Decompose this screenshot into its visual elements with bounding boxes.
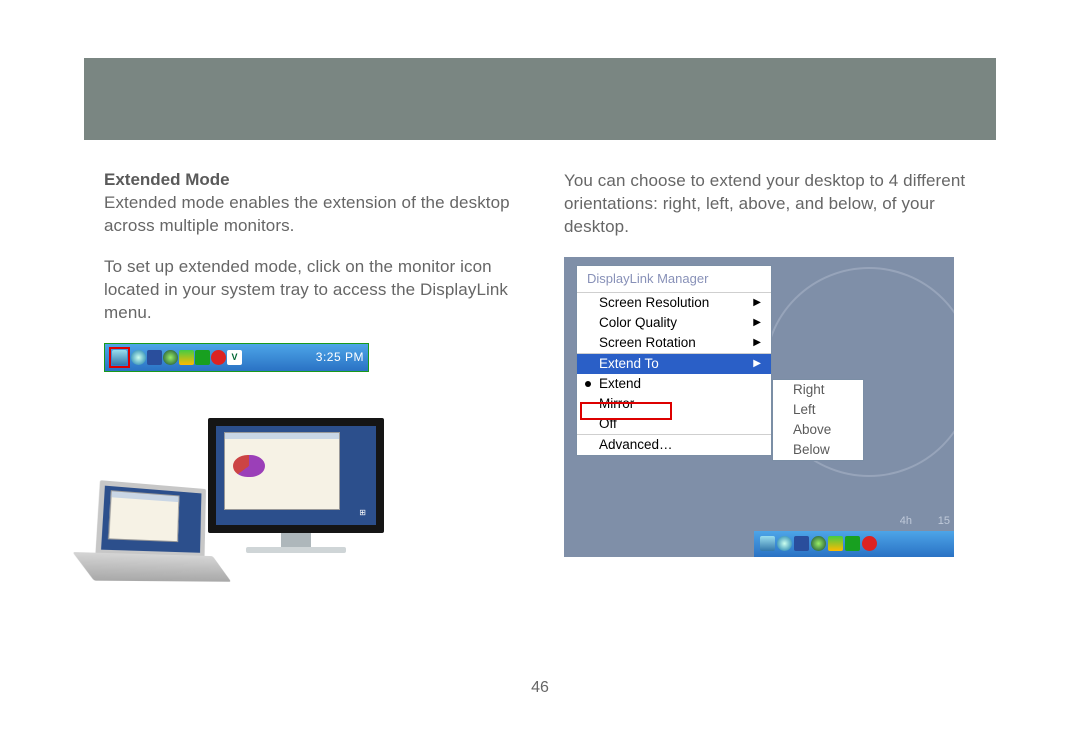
submenu-item-right[interactable]: Right bbox=[773, 380, 863, 400]
people-icon bbox=[195, 350, 210, 365]
monitor-icon bbox=[112, 350, 127, 365]
menu-item-screen-rotation[interactable]: Screen Rotation ▶ bbox=[577, 333, 771, 353]
menu-item-mirror[interactable]: Mirror bbox=[577, 394, 771, 414]
menu-item-label: Color Quality bbox=[599, 315, 677, 330]
content-area: Extended Mode Extended mode enables the … bbox=[104, 170, 976, 595]
menu-title: DisplayLink Manager bbox=[577, 266, 771, 292]
window-on-laptop bbox=[108, 490, 179, 542]
menu-item-screen-resolution[interactable]: Screen Resolution ▶ bbox=[577, 293, 771, 313]
menu-item-off[interactable]: Off bbox=[577, 414, 771, 434]
menu-item-extend[interactable]: Extend bbox=[577, 374, 771, 394]
laptop bbox=[96, 480, 242, 586]
displaylink-menu-figure: 4h 15 DisplayLink Manager Screen Resolut… bbox=[564, 257, 954, 557]
network-icon bbox=[147, 350, 162, 365]
submenu-item-left[interactable]: Left bbox=[773, 400, 863, 420]
menu-item-color-quality[interactable]: Color Quality ▶ bbox=[577, 313, 771, 333]
monitor-icon bbox=[760, 536, 775, 551]
tray-clock: 3:25 PM bbox=[316, 350, 364, 364]
shield-icon bbox=[828, 536, 843, 551]
shield-icon bbox=[179, 350, 194, 365]
globe-icon bbox=[131, 350, 146, 365]
clock-label: 15 bbox=[938, 515, 950, 527]
menu-item-label: Screen Resolution bbox=[599, 295, 709, 310]
menu-item-label: Advanced… bbox=[599, 437, 673, 452]
va-icon: V bbox=[227, 350, 242, 365]
page-number: 46 bbox=[531, 679, 549, 697]
people-icon bbox=[845, 536, 860, 551]
highlight-box bbox=[109, 347, 130, 368]
header-band bbox=[84, 58, 996, 140]
extend-to-submenu: Right Left Above Below bbox=[772, 379, 864, 461]
clock-icon bbox=[811, 536, 826, 551]
clock-icon bbox=[163, 350, 178, 365]
menu-item-label: Extend To bbox=[599, 356, 659, 371]
menu-item-label: Off bbox=[599, 416, 617, 431]
menu-item-extend-to[interactable]: Extend To ▶ bbox=[577, 354, 771, 374]
submenu-arrow-icon: ▶ bbox=[753, 317, 763, 328]
cancel-icon bbox=[862, 536, 877, 551]
system-tray-figure: V 3:25 PM bbox=[104, 343, 369, 372]
submenu-item-above[interactable]: Above bbox=[773, 420, 863, 440]
window-on-monitor bbox=[224, 432, 340, 510]
clock-label: 4h bbox=[900, 515, 912, 527]
system-tray bbox=[754, 531, 954, 557]
menu-item-label: Extend bbox=[599, 376, 641, 391]
devices-figure: ⊞ bbox=[98, 400, 368, 595]
submenu-arrow-icon: ▶ bbox=[753, 358, 763, 369]
body-text: Extended mode enables the extension of t… bbox=[104, 192, 516, 238]
right-column: You can choose to extend your desktop to… bbox=[564, 170, 976, 595]
menu-item-advanced[interactable]: Advanced… bbox=[577, 435, 771, 455]
body-text: You can choose to extend your desktop to… bbox=[564, 170, 976, 239]
menu-item-label: Screen Rotation bbox=[599, 335, 696, 350]
body-text: To set up extended mode, click on the mo… bbox=[104, 256, 516, 325]
radio-selected-icon bbox=[585, 381, 591, 387]
submenu-arrow-icon: ▶ bbox=[753, 297, 763, 308]
windows-logo: ⊞ bbox=[359, 508, 366, 517]
network-icon bbox=[794, 536, 809, 551]
tray-icons: V bbox=[109, 347, 242, 368]
context-menu: DisplayLink Manager Screen Resolution ▶ … bbox=[576, 265, 772, 456]
menu-item-label: Mirror bbox=[599, 396, 634, 411]
globe-icon bbox=[777, 536, 792, 551]
left-column: Extended Mode Extended mode enables the … bbox=[104, 170, 516, 595]
submenu-arrow-icon: ▶ bbox=[753, 337, 763, 348]
section-heading: Extended Mode bbox=[104, 170, 516, 190]
cancel-icon bbox=[211, 350, 226, 365]
submenu-item-below[interactable]: Below bbox=[773, 440, 863, 460]
